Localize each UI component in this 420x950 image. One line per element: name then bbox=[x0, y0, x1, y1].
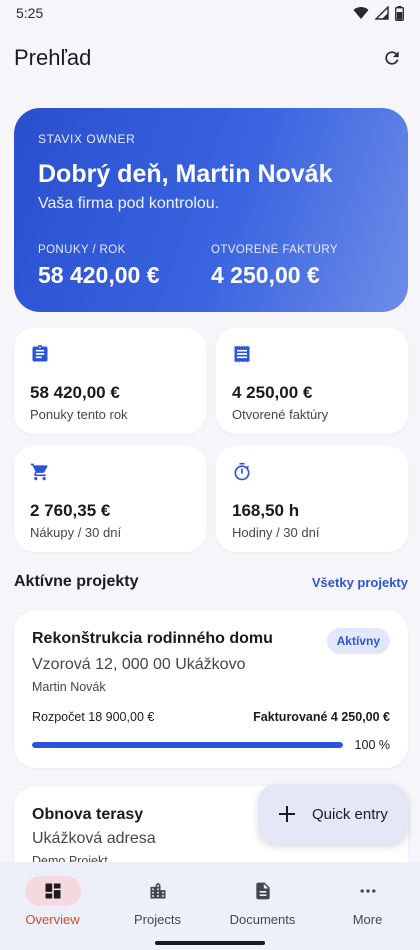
status-icons bbox=[353, 5, 404, 21]
bottom-navigation: Overview Projects Documents More bbox=[0, 862, 420, 950]
nav-item-projects[interactable]: Projects bbox=[105, 862, 210, 950]
clipboard-icon bbox=[32, 344, 48, 362]
project-address: Vzorová 12, 000 00 Ukážkovo bbox=[32, 656, 246, 673]
hero-metric-value: 4 250,00 € bbox=[211, 262, 320, 288]
status-time: 5:25 bbox=[16, 5, 44, 21]
nav-icon-container bbox=[340, 876, 396, 906]
plus-icon bbox=[279, 806, 295, 822]
hero-metric-value: 58 420,00 € bbox=[38, 262, 160, 288]
nav-item-documents[interactable]: Documents bbox=[210, 862, 315, 950]
hero-eyebrow: STAVIX OWNER bbox=[38, 132, 136, 146]
project-invoiced: Fakturované 4 250,00 € bbox=[253, 710, 390, 724]
hero-metric-label: OTVORENÉ FAKTÚRY bbox=[211, 244, 338, 256]
stat-label: Otvorené faktúry bbox=[232, 407, 329, 422]
refresh-icon bbox=[385, 51, 399, 65]
hero-subtitle: Vaša firma pod kontrolou. bbox=[38, 195, 220, 212]
all-projects-link[interactable]: Všetky projekty bbox=[312, 575, 408, 590]
nav-item-more[interactable]: More bbox=[315, 862, 420, 950]
battery-icon bbox=[395, 5, 404, 21]
app-header: Prehľad bbox=[0, 40, 420, 76]
wifi-icon bbox=[353, 7, 369, 20]
hero-metric-invoices: OTVORENÉ FAKTÚRY 4 250,00 € bbox=[211, 244, 384, 289]
quick-entry-label: Quick entry bbox=[312, 805, 388, 823]
more-icon bbox=[360, 889, 375, 893]
nav-label: Overview bbox=[25, 912, 80, 927]
stat-label: Ponuky tento rok bbox=[30, 407, 128, 422]
project-progress: 100 % bbox=[32, 738, 390, 752]
project-card[interactable]: Rekonštrukcia rodinného domu Aktívny Vzo… bbox=[14, 610, 408, 768]
nav-item-overview[interactable]: Overview bbox=[0, 862, 105, 950]
signal-icon bbox=[375, 6, 389, 20]
progress-track bbox=[32, 742, 343, 748]
document-icon bbox=[255, 882, 270, 900]
progress-percent: 100 % bbox=[354, 738, 390, 752]
refresh-button[interactable] bbox=[378, 44, 406, 72]
stat-label: Nákupy / 30 dní bbox=[30, 525, 122, 540]
dashboard-icon bbox=[45, 883, 60, 899]
stat-value: 4 250,00 € bbox=[232, 383, 313, 402]
stat-value: 58 420,00 € bbox=[30, 383, 120, 402]
project-title-row: Rekonštrukcia rodinného domu Aktívny bbox=[32, 628, 390, 654]
project-owner: Martin Novák bbox=[32, 680, 106, 694]
section-title: Aktívne projekty bbox=[14, 573, 139, 590]
nav-icon-container bbox=[235, 876, 291, 906]
nav-icon-container bbox=[130, 876, 186, 906]
project-budget: Rozpočet 18 900,00 € bbox=[32, 710, 155, 724]
nav-icon-container bbox=[24, 876, 81, 906]
page-title: Prehľad bbox=[14, 45, 92, 70]
project-budget-row: Rozpočet 18 900,00 € Fakturované 4 250,0… bbox=[32, 710, 390, 724]
hero-metric-label: PONUKY / ROK bbox=[38, 244, 126, 256]
status-bar: 5:25 bbox=[0, 0, 420, 26]
timer-icon bbox=[234, 462, 250, 481]
hero-metric-offers: PONUKY / ROK 58 420,00 € bbox=[38, 244, 211, 289]
active-projects-header: Aktívne projekty Všetky projekty bbox=[14, 570, 408, 594]
stat-card-invoices[interactable]: 4 250,00 € Otvorené faktúry bbox=[216, 328, 408, 434]
status-badge: Aktívny bbox=[326, 628, 390, 654]
hero-metrics: PONUKY / ROK 58 420,00 € OTVORENÉ FAKTÚR… bbox=[38, 244, 384, 289]
progress-fill bbox=[32, 742, 343, 748]
stat-label: Hodiny / 30 dní bbox=[232, 525, 320, 540]
stat-value: 2 760,35 € bbox=[30, 501, 111, 520]
stat-card-hours[interactable]: 168,50 h Hodiny / 30 dní bbox=[216, 446, 408, 552]
stat-card-purchases[interactable]: 2 760,35 € Nákupy / 30 dní bbox=[14, 446, 206, 552]
stat-value: 168,50 h bbox=[232, 501, 300, 520]
welcome-hero-card: STAVIX OWNER Dobrý deň, Martin Novák Vaš… bbox=[14, 108, 408, 312]
building-icon bbox=[150, 882, 165, 899]
receipt-icon bbox=[234, 345, 250, 363]
stat-card-offers[interactable]: 58 420,00 € Ponuky tento rok bbox=[14, 328, 206, 434]
cart-icon bbox=[30, 463, 48, 481]
project-title: Rekonštrukcia rodinného domu bbox=[32, 630, 273, 647]
nav-label: Projects bbox=[134, 912, 181, 927]
nav-label: More bbox=[352, 912, 383, 927]
hero-greeting: Dobrý deň, Martin Novák bbox=[38, 160, 333, 188]
home-indicator bbox=[155, 941, 265, 945]
nav-label: Documents bbox=[229, 912, 296, 927]
quick-entry-button[interactable]: Quick entry bbox=[258, 784, 408, 844]
